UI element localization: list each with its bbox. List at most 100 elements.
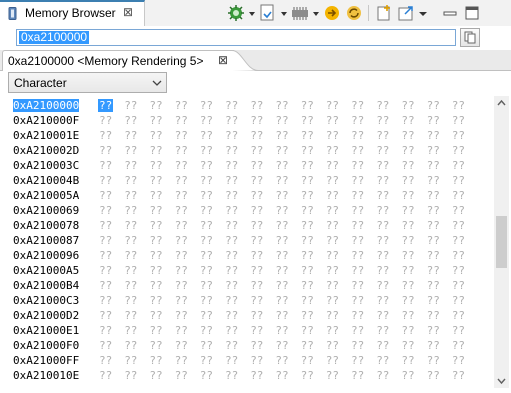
memory-cell[interactable]: ??	[124, 354, 137, 367]
memory-cell[interactable]: ??	[376, 159, 389, 172]
memory-cell[interactable]: ??	[149, 249, 162, 262]
memory-cell[interactable]: ??	[124, 369, 137, 382]
memory-cell[interactable]: ??	[175, 234, 188, 247]
memory-cell[interactable]: ??	[124, 129, 137, 142]
memory-cell[interactable]: ??	[427, 204, 440, 217]
memory-cell[interactable]: ??	[452, 99, 465, 112]
scroll-up-icon[interactable]	[494, 96, 509, 110]
memory-cell[interactable]: ??	[99, 339, 112, 352]
memory-cell[interactable]: ??	[175, 354, 188, 367]
memory-cell[interactable]: ??	[99, 264, 112, 277]
memory-cell[interactable]: ??	[401, 189, 414, 202]
memory-cell[interactable]: ??	[99, 114, 112, 127]
memory-cell[interactable]: ??	[376, 264, 389, 277]
memory-cell[interactable]: ??	[376, 189, 389, 202]
memory-cell[interactable]: ??	[250, 324, 263, 337]
memory-cell[interactable]: ??	[326, 174, 339, 187]
memory-cell[interactable]: ??	[250, 99, 263, 112]
memory-cell[interactable]: ??	[250, 264, 263, 277]
memory-cell[interactable]: ??	[301, 99, 314, 112]
memory-cell[interactable]: ??	[250, 294, 263, 307]
memory-cell[interactable]: ??	[99, 174, 112, 187]
memory-cell[interactable]: ??	[149, 129, 162, 142]
memory-cell[interactable]: ??	[376, 129, 389, 142]
memory-cell[interactable]: ??	[275, 369, 288, 382]
row-address[interactable]: 0xA210010E	[13, 369, 79, 382]
memory-cell[interactable]: ??	[149, 309, 162, 322]
memory-cell[interactable]: ??	[175, 309, 188, 322]
memory-cell[interactable]: ??	[452, 354, 465, 367]
scrollbar-thumb[interactable]	[496, 216, 507, 268]
memory-cell[interactable]: ??	[376, 234, 389, 247]
memory-cell[interactable]: ??	[175, 174, 188, 187]
memory-cell[interactable]: ??	[275, 159, 288, 172]
memory-cell[interactable]: ??	[401, 264, 414, 277]
memory-cell[interactable]: ??	[200, 294, 213, 307]
memory-cell[interactable]: ??	[427, 309, 440, 322]
view-menu-icon[interactable]	[418, 3, 428, 23]
memory-cell[interactable]: ??	[225, 369, 238, 382]
memory-cell[interactable]: ??	[99, 279, 112, 292]
row-address[interactable]: 0xA2100087	[13, 234, 79, 247]
memory-cell[interactable]: ??	[326, 159, 339, 172]
memory-cell[interactable]: ??	[225, 174, 238, 187]
memory-cell[interactable]: ??	[351, 159, 364, 172]
memory-cell[interactable]: ??	[301, 144, 314, 157]
memory-cell[interactable]: ??	[250, 204, 263, 217]
memory-cell[interactable]: ??	[99, 159, 112, 172]
close-icon[interactable]: ⊠	[218, 53, 228, 67]
memory-cell[interactable]: ??	[250, 309, 263, 322]
import-memory-icon[interactable]	[258, 3, 278, 23]
memory-cell[interactable]: ??	[326, 219, 339, 232]
memory-cell[interactable]: ??	[149, 114, 162, 127]
address-input[interactable]: 0xa2100000	[16, 29, 456, 46]
memory-cell[interactable]: ??	[326, 339, 339, 352]
memory-cell[interactable]: ??	[200, 174, 213, 187]
memory-cell[interactable]: ??	[376, 354, 389, 367]
memory-cell[interactable]: ??	[326, 279, 339, 292]
memory-cell[interactable]: ??	[452, 204, 465, 217]
memory-cell[interactable]: ??	[301, 264, 314, 277]
memory-cell[interactable]: ??	[99, 234, 112, 247]
memory-cell[interactable]: ??	[326, 114, 339, 127]
memory-cell[interactable]: ??	[452, 174, 465, 187]
memory-cell[interactable]: ??	[250, 114, 263, 127]
memory-cell[interactable]: ??	[301, 114, 314, 127]
memory-cell[interactable]: ??	[225, 234, 238, 247]
memory-cell[interactable]: ??	[427, 189, 440, 202]
memory-cell[interactable]: ??	[250, 354, 263, 367]
memory-cell[interactable]: ??	[452, 294, 465, 307]
memory-cell[interactable]: ??	[200, 309, 213, 322]
memory-cell[interactable]: ??	[275, 294, 288, 307]
memory-cell[interactable]: ??	[225, 249, 238, 262]
memory-cell[interactable]: ??	[200, 159, 213, 172]
memory-cell[interactable]: ??	[376, 339, 389, 352]
memory-cell[interactable]: ??	[275, 144, 288, 157]
memory-cell[interactable]: ??	[124, 249, 137, 262]
memory-cell[interactable]: ??	[149, 234, 162, 247]
memory-cell[interactable]: ??	[452, 129, 465, 142]
memory-cell[interactable]: ??	[225, 144, 238, 157]
memory-cell[interactable]: ??	[275, 264, 288, 277]
memory-cell[interactable]: ??	[452, 219, 465, 232]
memory-cell[interactable]: ??	[427, 114, 440, 127]
memory-cell[interactable]: ??	[452, 324, 465, 337]
memory-cell[interactable]: ??	[200, 339, 213, 352]
memory-cell[interactable]: ??	[250, 249, 263, 262]
row-address[interactable]: 0xA210001E	[13, 129, 79, 142]
row-address[interactable]: 0xA21000FF	[13, 354, 79, 367]
memory-cell[interactable]: ??	[124, 309, 137, 322]
memory-cell[interactable]: ??	[301, 249, 314, 262]
memory-cell[interactable]: ??	[200, 204, 213, 217]
memory-cell[interactable]: ??	[149, 324, 162, 337]
memory-cell[interactable]: ??	[301, 174, 314, 187]
memory-cell[interactable]: ??	[452, 144, 465, 157]
memory-cell[interactable]: ??	[401, 339, 414, 352]
new-window-icon[interactable]	[396, 3, 416, 23]
memory-cell[interactable]: ??	[301, 294, 314, 307]
row-address[interactable]: 0xA2100096	[13, 249, 79, 262]
memory-cell[interactable]: ??	[351, 174, 364, 187]
memory-cell[interactable]: ??	[452, 339, 465, 352]
memory-cell[interactable]: ??	[99, 369, 112, 382]
memory-cell[interactable]: ??	[452, 234, 465, 247]
